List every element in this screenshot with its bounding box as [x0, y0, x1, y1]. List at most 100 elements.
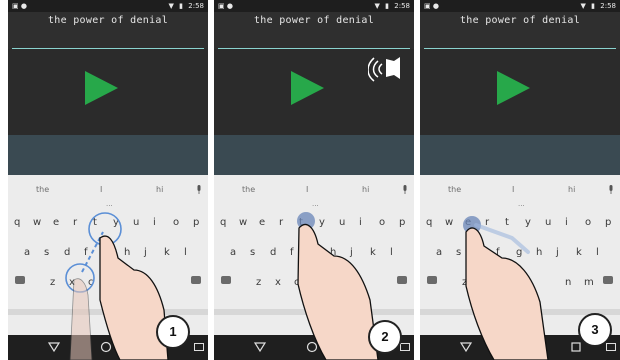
more-suggestions[interactable]: ...: [106, 200, 113, 208]
play-icon[interactable]: [85, 71, 118, 105]
key[interactable]: r: [485, 217, 489, 228]
key[interactable]: e: [53, 217, 59, 228]
text-field[interactable]: the power of denial: [214, 15, 414, 26]
more-suggestions[interactable]: ...: [518, 200, 525, 208]
suggestion-item[interactable]: hi: [156, 185, 163, 194]
suggestion-item[interactable]: I: [512, 185, 514, 194]
key[interactable]: a: [24, 247, 30, 258]
more-suggestions[interactable]: ...: [312, 200, 319, 208]
play-icon[interactable]: [497, 71, 530, 105]
key[interactable]: e: [259, 217, 265, 228]
suggestion-item[interactable]: I: [306, 185, 308, 194]
key[interactable]: a: [230, 247, 236, 258]
keyboard-icon[interactable]: [606, 343, 616, 351]
key[interactable]: w: [445, 217, 453, 228]
key[interactable]: h: [536, 247, 542, 258]
key[interactable]: s: [44, 247, 49, 258]
key[interactable]: r: [279, 217, 283, 228]
key[interactable]: u: [339, 217, 345, 228]
key[interactable]: k: [164, 247, 170, 258]
key[interactable]: i: [153, 217, 156, 228]
key[interactable]: n: [565, 277, 571, 288]
key[interactable]: j: [350, 247, 353, 258]
key[interactable]: j: [144, 247, 147, 258]
key[interactable]: i: [359, 217, 362, 228]
key[interactable]: p: [193, 217, 199, 228]
key[interactable]: a: [436, 247, 442, 258]
key[interactable]: e: [465, 217, 471, 228]
key[interactable]: q: [426, 217, 432, 228]
key[interactable]: u: [133, 217, 139, 228]
home-icon[interactable]: [512, 341, 524, 353]
suggestion-item[interactable]: the: [36, 185, 49, 194]
mic-icon[interactable]: [608, 185, 614, 195]
backspace-icon[interactable]: [603, 276, 613, 284]
key[interactable]: l: [390, 247, 393, 258]
key[interactable]: k: [576, 247, 582, 258]
key[interactable]: c: [88, 277, 94, 288]
backspace-icon[interactable]: [191, 276, 201, 284]
key[interactable]: o: [379, 217, 385, 228]
key[interactable]: m: [584, 277, 594, 288]
key[interactable]: y: [525, 217, 531, 228]
key[interactable]: q: [14, 217, 20, 228]
key[interactable]: u: [545, 217, 551, 228]
key[interactable]: j: [556, 247, 559, 258]
play-icon[interactable]: [291, 71, 324, 105]
key[interactable]: z: [50, 277, 55, 288]
key[interactable]: l: [596, 247, 599, 258]
key[interactable]: d: [64, 247, 70, 258]
back-icon[interactable]: [48, 341, 60, 353]
key[interactable]: t: [505, 217, 509, 228]
key[interactable]: g: [310, 247, 316, 258]
key[interactable]: z: [462, 277, 467, 288]
key[interactable]: o: [173, 217, 179, 228]
key[interactable]: r: [73, 217, 77, 228]
key[interactable]: p: [399, 217, 405, 228]
text-field[interactable]: the power of denial: [8, 15, 208, 26]
key[interactable]: x: [275, 277, 281, 288]
key[interactable]: w: [239, 217, 247, 228]
space-bar[interactable]: [8, 309, 208, 315]
key[interactable]: s: [456, 247, 461, 258]
keyboard-icon[interactable]: [400, 343, 410, 351]
keyboard-icon[interactable]: [194, 343, 204, 351]
key[interactable]: s: [250, 247, 255, 258]
home-icon[interactable]: [306, 341, 318, 353]
key[interactable]: k: [370, 247, 376, 258]
key[interactable]: d: [270, 247, 276, 258]
suggestion-item[interactable]: I: [100, 185, 102, 194]
text-field[interactable]: the power of denial: [420, 15, 620, 26]
mic-icon[interactable]: [402, 185, 408, 195]
key[interactable]: p: [605, 217, 611, 228]
key[interactable]: o: [585, 217, 591, 228]
key[interactable]: t: [299, 217, 303, 228]
key[interactable]: i: [565, 217, 568, 228]
key[interactable]: f: [290, 247, 294, 258]
recents-icon[interactable]: [571, 342, 581, 352]
key[interactable]: g: [516, 247, 522, 258]
key[interactable]: h: [330, 247, 336, 258]
back-icon[interactable]: [254, 341, 266, 353]
key[interactable]: y: [319, 217, 325, 228]
home-icon[interactable]: [100, 341, 112, 353]
mic-icon[interactable]: [196, 185, 202, 195]
key[interactable]: y: [113, 217, 119, 228]
key[interactable]: c: [294, 277, 300, 288]
back-icon[interactable]: [460, 341, 472, 353]
key[interactable]: d: [476, 247, 482, 258]
backspace-icon[interactable]: [397, 276, 407, 284]
key[interactable]: f: [84, 247, 88, 258]
suggestion-item[interactable]: the: [448, 185, 461, 194]
key[interactable]: t: [93, 217, 97, 228]
key[interactable]: f: [496, 247, 500, 258]
key[interactable]: l: [184, 247, 187, 258]
key[interactable]: q: [220, 217, 226, 228]
key[interactable]: w: [33, 217, 41, 228]
suggestion-item[interactable]: hi: [362, 185, 369, 194]
key[interactable]: z: [256, 277, 261, 288]
space-bar[interactable]: [214, 309, 414, 315]
suggestion-item[interactable]: the: [242, 185, 255, 194]
key[interactable]: g: [104, 247, 110, 258]
suggestion-item[interactable]: hi: [568, 185, 575, 194]
